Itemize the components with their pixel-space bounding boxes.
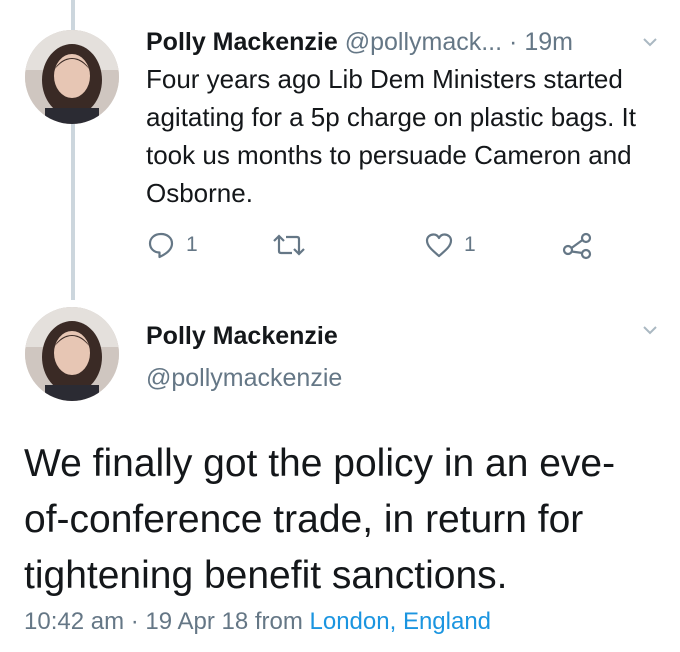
author-handle[interactable]: @pollymackenzie [146, 362, 342, 394]
tweet-date[interactable]: 19 Apr 18 [145, 608, 248, 635]
share-icon [560, 230, 594, 260]
tweet-text: Four years ago Lib Dem Ministers started… [146, 64, 636, 208]
location-link[interactable]: London, England [310, 608, 492, 635]
share-button[interactable] [560, 230, 594, 260]
author-handle[interactable]: @pollymack... [345, 28, 502, 56]
from-label: from [254, 608, 303, 635]
avatar[interactable] [25, 307, 119, 401]
reply-count: 1 [186, 233, 198, 256]
tweet-metadata: 10:42 am · 19 Apr 18 from London, Englan… [24, 606, 491, 638]
separator: · [130, 608, 139, 635]
like-icon [424, 230, 454, 260]
avatar[interactable] [25, 30, 119, 124]
tweet-header: Polly Mackenzie @pollymack... · 19m [146, 26, 573, 58]
like-button[interactable]: 1 [424, 230, 476, 260]
retweet-button[interactable] [272, 230, 316, 260]
like-count: 1 [464, 233, 476, 256]
separator: · [509, 28, 518, 56]
retweet-icon [272, 230, 306, 260]
reply-button[interactable]: 1 [146, 230, 198, 260]
tweet-time[interactable]: 10:42 am [24, 608, 124, 635]
author-name[interactable]: Polly Mackenzie [146, 28, 338, 56]
author-name[interactable]: Polly Mackenzie [146, 320, 338, 352]
tweet-text: We finally got the policy in an eve-of-c… [24, 442, 616, 597]
chevron-down-icon[interactable] [642, 34, 658, 50]
chevron-down-icon[interactable] [642, 322, 658, 338]
tweet-time[interactable]: 19m [524, 28, 573, 56]
reply-icon [146, 230, 176, 260]
tweet-actions: 1 1 [0, 228, 680, 262]
